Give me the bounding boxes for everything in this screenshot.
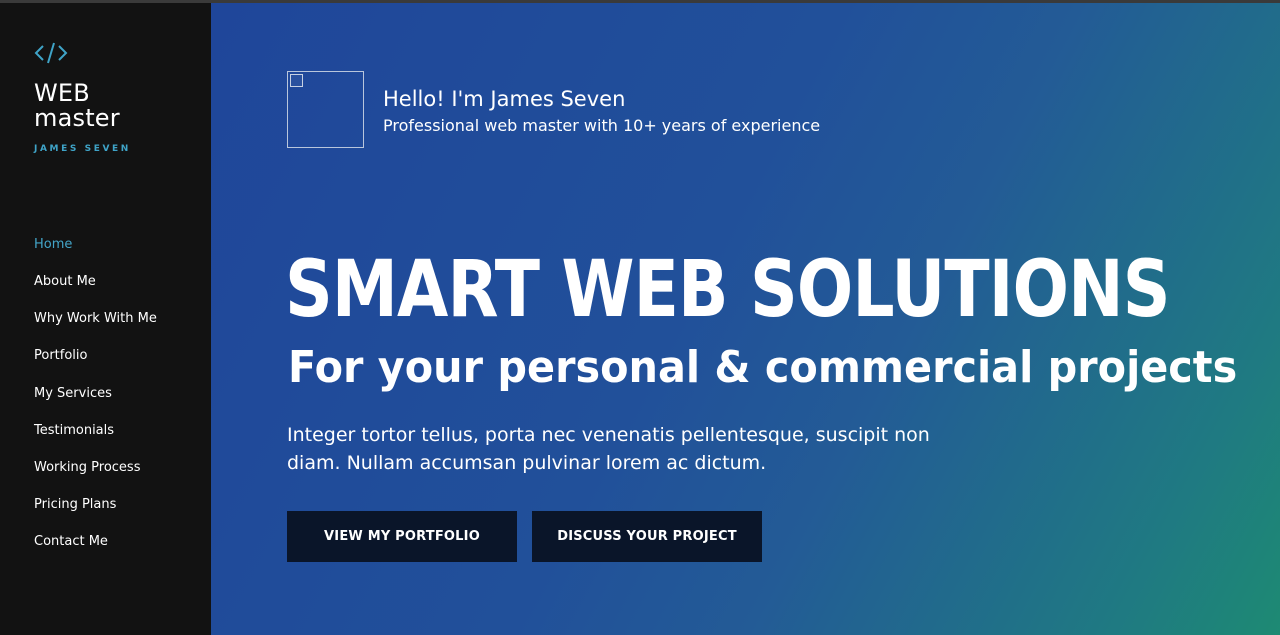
brand-name-line2: master [34, 104, 120, 132]
brand-logo-text[interactable]: WEB master [34, 81, 120, 131]
brand-name-line1: WEB [34, 79, 90, 107]
view-portfolio-button[interactable]: VIEW MY PORTFOLIO [287, 511, 517, 562]
avatar [287, 71, 364, 148]
nav-item-testimonials[interactable]: Testimonials [34, 421, 157, 458]
discuss-project-button[interactable]: DISCUSS YOUR PROJECT [532, 511, 762, 562]
nav-item-why-work-with-me[interactable]: Why Work With Me [34, 309, 157, 346]
hero-headline: SMART WEB SOLUTIONS [285, 245, 1170, 335]
nav-item-pricing-plans[interactable]: Pricing Plans [34, 495, 157, 532]
hero-subheadline: For your personal & commercial projects [288, 342, 1238, 393]
nav-item-my-services[interactable]: My Services [34, 384, 157, 421]
nav-item-working-process[interactable]: Working Process [34, 458, 157, 495]
hero-description: Integer tortor tellus, porta nec venenat… [287, 424, 930, 474]
sidebar-nav: Home About Me Why Work With Me Portfolio… [34, 235, 157, 569]
nav-item-home[interactable]: Home [34, 235, 157, 272]
nav-item-about-me[interactable]: About Me [34, 272, 157, 309]
sidebar: WEB master JAMES SEVEN Home About Me Why… [0, 3, 211, 635]
hero-section: Hello! I'm James Seven Professional web … [211, 3, 1280, 635]
brand-subtitle: JAMES SEVEN [34, 144, 131, 154]
tagline-text: Professional web master with 10+ years o… [383, 116, 821, 135]
greeting-text: Hello! I'm James Seven [383, 87, 626, 111]
nav-item-portfolio[interactable]: Portfolio [34, 346, 157, 383]
nav-item-contact-me[interactable]: Contact Me [34, 532, 157, 569]
code-icon [34, 42, 68, 64]
broken-image-icon [290, 74, 303, 87]
